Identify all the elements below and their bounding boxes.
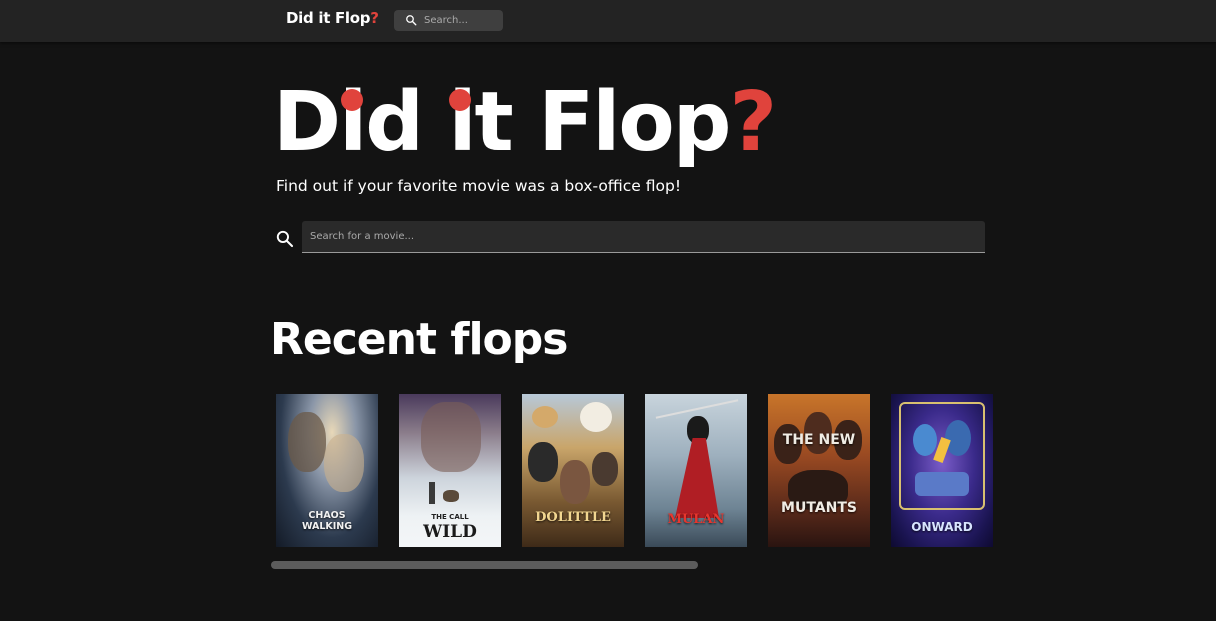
poster-card[interactable]: ONWARD	[891, 394, 993, 547]
poster-carousel: CHAOS WALKING THE CALL WILD DOLITTLE MUL…	[276, 394, 996, 547]
nav-logo-question: ?	[370, 9, 379, 27]
poster-title: THE NEW	[782, 432, 856, 448]
scrollbar-thumb[interactable]	[271, 561, 698, 569]
carousel-scrollbar[interactable]	[271, 561, 994, 569]
search-icon	[406, 15, 417, 26]
top-navbar: Did it Flop?	[0, 0, 1216, 42]
nav-search-input[interactable]	[424, 10, 499, 31]
hero-subtitle: Find out if your favorite movie was a bo…	[276, 177, 682, 195]
poster-title: THE CALL	[431, 513, 469, 521]
poster-card[interactable]: DOLITTLE	[522, 394, 624, 547]
nav-logo-text: Did it Flop	[286, 9, 371, 27]
poster-card[interactable]: THE CALL WILD	[399, 394, 501, 547]
hero-title-question: ?	[729, 75, 777, 170]
nav-logo[interactable]: Did it Flop?	[286, 9, 379, 27]
hero-title-part: D	[273, 75, 341, 170]
poster-title: WILD	[423, 522, 477, 542]
poster-card[interactable]: THE NEW MUTANTS	[768, 394, 870, 547]
movie-search-input[interactable]	[302, 221, 985, 253]
hero-title-part: d	[365, 75, 449, 170]
poster-title: MUTANTS	[781, 500, 857, 516]
poster-card[interactable]: MULAN	[645, 394, 747, 547]
red-dot-icon	[449, 89, 471, 111]
red-dot-icon	[341, 89, 363, 111]
poster-title: DOLITTLE	[535, 510, 611, 525]
poster-title: WALKING	[301, 521, 353, 532]
poster-card[interactable]: CHAOS WALKING	[276, 394, 378, 547]
search-icon	[276, 230, 294, 248]
hero-title-part: t Flop	[474, 75, 732, 170]
poster-title: ONWARD	[911, 520, 973, 534]
poster-title: MULAN	[667, 512, 725, 527]
poster-title: CHAOS	[308, 510, 346, 521]
nav-search-box[interactable]	[394, 10, 503, 31]
recent-flops-heading: Recent flops	[270, 314, 568, 365]
